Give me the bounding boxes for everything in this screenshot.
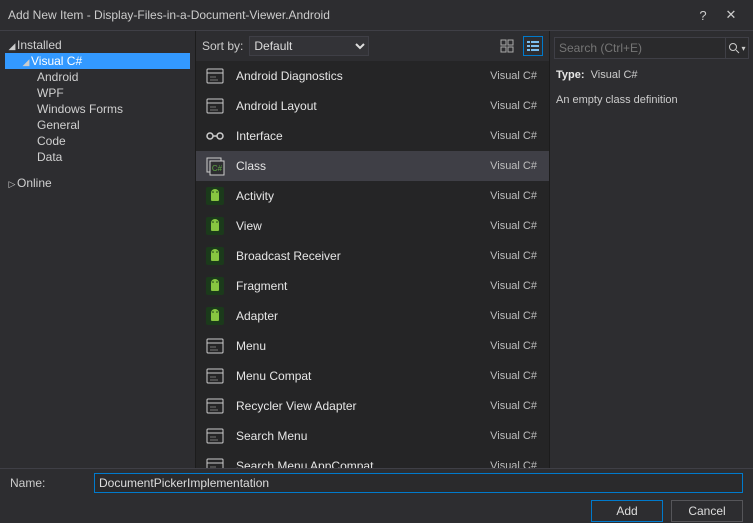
tree-node-child[interactable]: General — [5, 117, 190, 133]
template-item-lang: Visual C# — [490, 250, 541, 262]
template-item-name: Menu — [236, 339, 480, 353]
tree-node-installed[interactable]: ◢Installed — [5, 37, 190, 53]
template-item-name: Interface — [236, 129, 480, 143]
tree-node-visual-csharp[interactable]: ◢Visual C# — [5, 53, 190, 69]
template-item-name: Adapter — [236, 309, 480, 323]
class-icon: C# — [204, 155, 226, 177]
view-medium-icons-button[interactable] — [497, 36, 517, 56]
chevron-down-icon: ▾ — [741, 44, 745, 53]
template-item-name: Search Menu AppCompat — [236, 459, 480, 468]
dialog-footer: Add Cancel — [0, 497, 753, 523]
details-panel: ▾ Type: Visual C# An empty class definit… — [550, 31, 753, 468]
template-item[interactable]: Menu Compat Visual C# — [196, 361, 549, 391]
grid-icon — [500, 39, 514, 53]
template-item[interactable]: Recycler View Adapter Visual C# — [196, 391, 549, 421]
template-item-name: Activity — [236, 189, 480, 203]
template-item[interactable]: Fragment Visual C# — [196, 271, 549, 301]
sortby-select[interactable]: Default — [249, 36, 369, 56]
template-item-lang: Visual C# — [490, 280, 541, 292]
template-item-name: Android Diagnostics — [236, 69, 480, 83]
template-item-lang: Visual C# — [490, 430, 541, 442]
search-button[interactable]: ▾ — [726, 37, 749, 59]
category-tree: ◢Installed ◢Visual C# AndroidWPFWindows … — [0, 31, 195, 468]
template-item-name: Menu Compat — [236, 369, 480, 383]
tree-node-child[interactable]: Code — [5, 133, 190, 149]
template-description-text: An empty class definition — [554, 92, 749, 113]
tree-node-child[interactable]: Data — [5, 149, 190, 165]
form-icon — [204, 65, 226, 87]
template-item-lang: Visual C# — [490, 100, 541, 112]
template-item-lang: Visual C# — [490, 400, 541, 412]
add-button[interactable]: Add — [591, 500, 663, 522]
tree-node-child[interactable]: Android — [5, 69, 190, 85]
name-input[interactable] — [94, 473, 743, 493]
tree-node-child[interactable]: Windows Forms — [5, 101, 190, 117]
tree-node-online[interactable]: ▷Online — [5, 175, 190, 191]
template-item-lang: Visual C# — [490, 70, 541, 82]
svg-text:C#: C# — [212, 164, 223, 173]
template-list[interactable]: Android DiagnosticsVisual C#Android Layo… — [196, 61, 549, 468]
name-row: Name: — [0, 469, 753, 497]
template-item[interactable]: Adapter Visual C# — [196, 301, 549, 331]
view-small-icons-button[interactable] — [523, 36, 543, 56]
form-icon — [204, 455, 226, 468]
template-item[interactable]: Search Menu AppCompat Visual C# — [196, 451, 549, 468]
android-icon — [204, 215, 226, 237]
sortby-label: Sort by: — [202, 39, 243, 53]
titlebar: Add New Item - Display-Files-in-a-Docume… — [0, 0, 753, 31]
help-button[interactable]: ? — [689, 4, 717, 26]
template-item-name: Search Menu — [236, 429, 480, 443]
template-item-lang: Visual C# — [490, 190, 541, 202]
android-icon — [204, 245, 226, 267]
template-item-name: Recycler View Adapter — [236, 399, 480, 413]
template-item[interactable]: C# Class Visual C# — [196, 151, 549, 181]
template-item-lang: Visual C# — [490, 370, 541, 382]
template-item-name: Android Layout — [236, 99, 480, 113]
search-icon — [728, 42, 740, 54]
name-label: Name: — [10, 476, 80, 490]
android-icon — [204, 305, 226, 327]
form-icon — [204, 335, 226, 357]
template-item-lang: Visual C# — [490, 130, 541, 142]
search-input[interactable] — [554, 37, 726, 59]
template-item[interactable]: View Visual C# — [196, 211, 549, 241]
form-icon — [204, 95, 226, 117]
template-item-lang: Visual C# — [490, 310, 541, 322]
form-icon — [204, 365, 226, 387]
template-item-lang: Visual C# — [490, 160, 541, 172]
android-icon — [204, 185, 226, 207]
template-item-lang: Visual C# — [490, 340, 541, 352]
template-toolbar: Sort by: Default — [196, 31, 549, 61]
template-item[interactable]: Menu Visual C# — [196, 331, 549, 361]
template-panel: Sort by: Default Android Diagnostics Visu… — [195, 31, 550, 468]
window-title: Add New Item - Display-Files-in-a-Docume… — [8, 8, 689, 22]
interface-icon — [204, 125, 226, 147]
template-item-name: Class — [236, 159, 480, 173]
close-button[interactable]: ✕ — [717, 4, 745, 26]
template-item-lang: Visual C# — [490, 220, 541, 232]
template-item-name: View — [236, 219, 480, 233]
template-item-name: Broadcast Receiver — [236, 249, 480, 263]
template-item-name: Fragment — [236, 279, 480, 293]
template-item-lang: Visual C# — [490, 460, 541, 468]
android-icon — [204, 275, 226, 297]
form-icon — [204, 425, 226, 447]
template-item[interactable]: Search Menu Visual C# — [196, 421, 549, 451]
tree-node-child[interactable]: WPF — [5, 85, 190, 101]
cancel-button[interactable]: Cancel — [671, 500, 743, 522]
template-item[interactable]: Android Layout Visual C# — [196, 91, 549, 121]
template-description-type: Type: Visual C# — [554, 63, 749, 88]
list-icon — [526, 39, 540, 53]
form-icon — [204, 395, 226, 417]
template-item[interactable]: Activity Visual C# — [196, 181, 549, 211]
template-item[interactable]: Android Diagnostics Visual C# — [196, 61, 549, 91]
template-item[interactable]: Interface Visual C# — [196, 121, 549, 151]
template-item[interactable]: Broadcast Receiver Visual C# — [196, 241, 549, 271]
